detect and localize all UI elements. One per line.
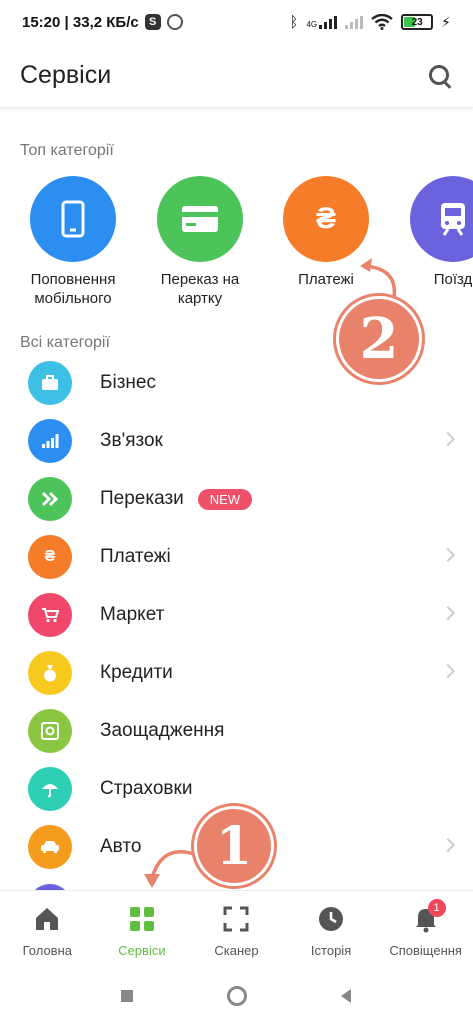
clock-icon (319, 907, 344, 931)
status-bar: 15:20 | 33,2 КБ/с S ᛒ 4G 23 ⚡ (0, 0, 473, 44)
status-time-speed: 15:20 | 33,2 КБ/с (22, 13, 139, 31)
list-item-label: Авто (100, 836, 142, 857)
app-header: Сервіси (0, 44, 473, 108)
nav-label: Сканер (214, 943, 259, 958)
list-item-market[interactable]: Маркет (0, 586, 473, 644)
list-item-payments[interactable]: ₴ Платежі (0, 528, 473, 586)
wifi-icon (371, 14, 393, 30)
bluetooth-icon: ᛒ (289, 13, 299, 31)
list-item-label: Страховки (100, 778, 193, 799)
bottom-nav: Головна Сервіси Сканер Історія 1 Сповіще… (0, 890, 473, 968)
top-cat-label: Поповнення мобільного (30, 271, 116, 307)
nav-label: Сповіщення (389, 943, 462, 958)
network-type: 4G (306, 20, 318, 29)
nav-services[interactable]: Сервіси (95, 891, 190, 968)
briefcase-icon (28, 361, 72, 405)
train-icon (410, 176, 473, 262)
nav-label: Сервіси (118, 943, 166, 958)
nav-home[interactable]: Головна (0, 891, 95, 968)
search-icon[interactable] (427, 63, 453, 89)
list-item-business[interactable]: Бізнес (0, 354, 473, 412)
list-item-credits[interactable]: Кредити (0, 644, 473, 702)
arrow-2-icon (360, 258, 397, 299)
moneybag-icon (28, 651, 72, 695)
transfer-icon (28, 477, 72, 521)
list-item-label: Кредити (100, 662, 173, 683)
new-badge: NEW (197, 488, 253, 510)
recents-icon[interactable] (116, 985, 138, 1007)
chevron-right-icon (440, 605, 456, 621)
hryvnia-icon: ₴ (283, 176, 369, 262)
phone-icon (30, 176, 116, 262)
list-item-label: Бізнес (100, 372, 156, 393)
nav-notifications[interactable]: 1 Сповіщення (378, 891, 473, 968)
list-item-connection[interactable]: Зв'язок (0, 412, 473, 470)
home-icon (36, 908, 59, 930)
system-nav-bar (0, 968, 473, 1024)
nav-scanner[interactable]: Сканер (189, 891, 284, 968)
scanner-icon (223, 906, 249, 932)
all-categories-title: Всі категорії (20, 334, 110, 351)
back-icon[interactable] (336, 985, 358, 1007)
car-icon (28, 825, 72, 869)
nav-label: Головна (22, 943, 72, 958)
chevron-right-icon (440, 431, 456, 447)
top-cat-mobile-topup[interactable]: Поповнення мобільного (13, 176, 133, 308)
s-app-icon: S (144, 14, 161, 30)
card-icon (157, 176, 243, 262)
hryvnia-icon: ₴ (28, 535, 72, 579)
list-item-label: Платежі (100, 546, 171, 567)
top-cat-card-transfer[interactable]: Переказ на картку (140, 176, 260, 308)
nav-label: Історія (310, 943, 352, 958)
list-item-label: Маркет (100, 604, 165, 625)
top-categories-title: Топ категорії (20, 142, 114, 159)
list-item-label: Перекази (100, 488, 184, 509)
all-categories-list: Бізнес Зв'язок Перекази NEW ₴ Платежі Ма… (0, 354, 473, 876)
battery-icon: 23 (401, 14, 434, 30)
chevron-right-icon (440, 547, 456, 563)
notification-badge: 1 (427, 899, 446, 917)
list-item-label: Заощадження (100, 720, 225, 741)
list-item-label: Зв'язок (100, 430, 163, 451)
arrow-1-icon (144, 850, 195, 888)
signal-icon (319, 15, 338, 29)
page-title: Сервіси (20, 61, 112, 89)
home-button-icon[interactable] (226, 985, 248, 1007)
annotation-1: 1 (194, 806, 274, 886)
chevron-right-icon (440, 837, 456, 853)
signal-icon (28, 419, 72, 463)
list-item-transfers[interactable]: Перекази NEW (0, 470, 473, 528)
signal-2-icon (345, 15, 364, 29)
list-item-savings[interactable]: Заощадження (0, 702, 473, 760)
viber-icon (166, 14, 183, 30)
top-cat-label: Переказ на картку (160, 271, 240, 307)
nav-history[interactable]: Історія (284, 891, 379, 968)
umbrella-icon (28, 767, 72, 811)
charging-icon: ⚡ (441, 13, 451, 30)
grid-icon (129, 907, 154, 931)
chevron-right-icon (440, 663, 456, 679)
safe-icon (28, 709, 72, 753)
cart-icon (28, 593, 72, 637)
battery-level: 23 (411, 16, 423, 28)
